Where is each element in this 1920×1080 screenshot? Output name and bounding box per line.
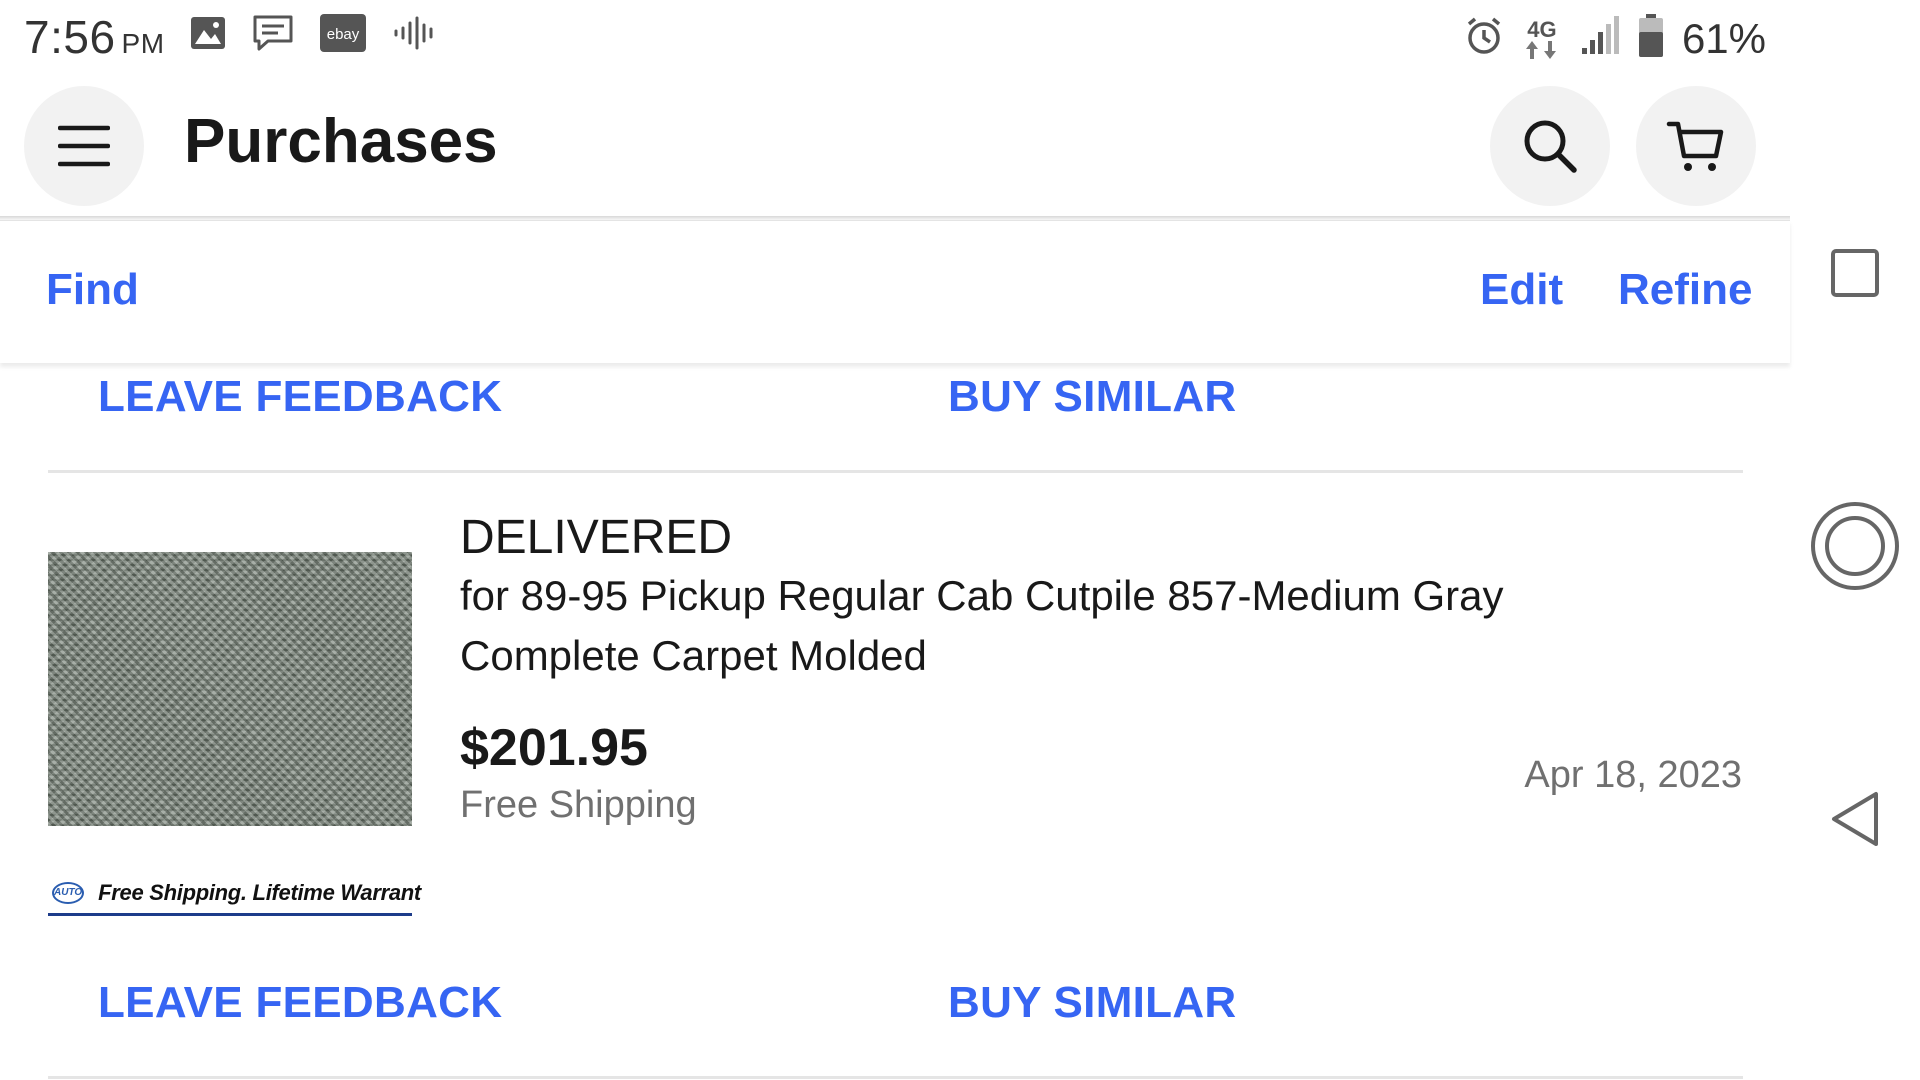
leave-feedback-button[interactable]: LEAVE FEEDBACK — [98, 372, 502, 422]
screen: 7:56 PM ebay 4G 61% Purchases Find Edit … — [0, 0, 1920, 1080]
cart-button[interactable] — [1636, 86, 1756, 206]
home-icon — [1811, 502, 1899, 590]
buy-similar-button[interactable]: BUY SIMILAR — [948, 372, 1237, 422]
back-button[interactable] — [1790, 786, 1920, 852]
status-time: 7:56 PM — [24, 10, 165, 64]
item-price: $201.95 — [460, 719, 648, 777]
header-divider — [0, 216, 1790, 221]
item-thumbnail[interactable] — [48, 552, 412, 826]
cart-icon — [1666, 121, 1724, 171]
item-title[interactable]: for 89-95 Pickup Regular Cab Cutpile 857… — [460, 566, 1660, 686]
notification-icons: ebay — [190, 14, 438, 57]
order-divider — [48, 1076, 1743, 1079]
order-date: Apr 18, 2023 — [1524, 754, 1742, 796]
status-bar: 7:56 PM ebay 4G 61% — [0, 0, 1790, 76]
network-icon: 4G — [1522, 16, 1562, 59]
seller-logo: AUTO — [52, 881, 85, 904]
search-button[interactable] — [1490, 86, 1610, 206]
hamburger-icon — [58, 125, 110, 167]
purchases-toolbar: Find Edit Refine — [0, 220, 1790, 363]
status-time-value: 7:56 — [24, 11, 116, 63]
audio-notification-icon — [392, 16, 438, 55]
battery-percent: 61% — [1681, 14, 1766, 62]
leave-feedback-button[interactable]: LEAVE FEEDBACK — [98, 978, 502, 1028]
recents-icon — [1831, 249, 1879, 297]
shipping-info: Free Shipping — [460, 784, 697, 826]
system-icons: 4G 61% — [1464, 14, 1766, 63]
svg-text:ebay: ebay — [327, 26, 360, 43]
buy-similar-button[interactable]: BUY SIMILAR — [948, 978, 1237, 1028]
search-icon — [1524, 120, 1577, 173]
system-nav-bar — [1790, 0, 1920, 1080]
signal-icon — [1580, 16, 1620, 61]
network-type: 4G — [1527, 16, 1557, 42]
refine-button[interactable]: Refine — [1618, 265, 1752, 315]
seller-promo-banner: AUTO Free Shipping. Lifetime Warrant — [48, 872, 421, 916]
back-icon — [1832, 792, 1878, 846]
menu-button[interactable] — [24, 86, 144, 206]
image-notification-icon — [190, 16, 226, 55]
alarm-icon — [1464, 16, 1504, 61]
page-title: Purchases — [184, 107, 498, 176]
order-divider — [48, 470, 1743, 473]
message-notification-icon — [252, 14, 294, 57]
edit-button[interactable]: Edit — [1480, 265, 1563, 315]
find-button[interactable]: Find — [46, 265, 139, 315]
status-ampm: PM — [121, 28, 165, 59]
recents-button[interactable] — [1790, 240, 1920, 306]
app-header: Purchases — [0, 76, 1790, 218]
order-status: DELIVERED — [460, 511, 733, 564]
ebay-notification-icon: ebay — [320, 14, 366, 57]
home-button[interactable] — [1790, 496, 1920, 596]
promo-text: Free Shipping. Lifetime Warrant — [98, 879, 421, 905]
battery-icon — [1638, 14, 1664, 63]
